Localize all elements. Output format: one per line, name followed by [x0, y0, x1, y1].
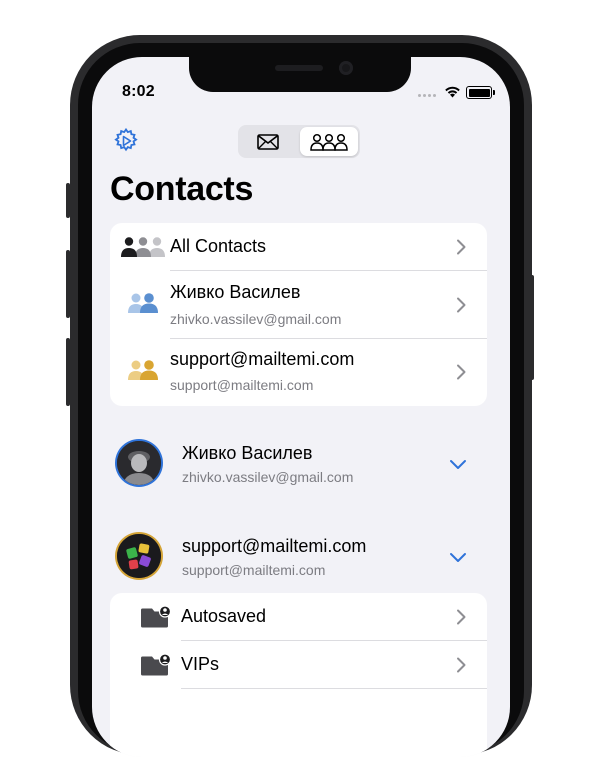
account-email: support@mailtemi.com: [182, 562, 326, 578]
contact-person-icon: [128, 293, 158, 313]
chevron-right-icon: [457, 657, 466, 673]
folder-row-vips[interactable]: VIPs: [110, 641, 487, 689]
folder-list: Autosaved VIPs: [110, 593, 487, 757]
app-screen: 8:02 Contacts All Contacts Живко Василев…: [92, 57, 510, 757]
chevron-down-icon[interactable]: [449, 552, 467, 564]
chevron-right-icon: [457, 297, 466, 313]
status-time: 8:02: [122, 83, 155, 100]
avatar-person-photo: [117, 441, 161, 485]
avatar-app-logo: [117, 534, 161, 578]
chevron-right-icon: [457, 364, 466, 380]
contact-name: support@mailtemi.com: [170, 349, 355, 369]
people-group-icon: [310, 133, 348, 151]
signal-dots-icon: [418, 94, 440, 98]
side-button: [66, 183, 70, 218]
contact-person-icon: [128, 360, 158, 380]
chevron-right-icon: [457, 609, 466, 625]
battery-icon: [466, 86, 495, 99]
account-header[interactable]: support@mailtemi.com support@mailtemi.co…: [92, 525, 510, 585]
all-contacts-row[interactable]: All Contacts: [110, 223, 487, 271]
account-name: Живко Василев: [182, 443, 313, 463]
speaker: [275, 65, 323, 71]
contact-row[interactable]: Живко Василев zhivko.vassilev@gmail.com: [110, 271, 487, 339]
contact-email: support@mailtemi.com: [170, 377, 314, 393]
account-header[interactable]: Живко Василев zhivko.vassilev@gmail.com: [92, 432, 510, 492]
settings-gear-icon[interactable]: [112, 127, 140, 155]
volume-down-button: [66, 338, 70, 406]
contact-name: Живко Василев: [170, 282, 301, 302]
account-avatar: [117, 441, 161, 485]
chevron-right-icon: [457, 239, 466, 255]
folder-person-icon: [141, 653, 172, 676]
folder-label: VIPs: [181, 654, 220, 674]
segment-mail[interactable]: [240, 127, 296, 156]
all-contacts-label: All Contacts: [170, 236, 267, 256]
envelope-icon: [257, 133, 279, 150]
account-email: zhivko.vassilev@gmail.com: [182, 469, 354, 485]
contact-email: zhivko.vassilev@gmail.com: [170, 311, 342, 327]
wifi-icon: [445, 86, 460, 98]
camera: [339, 61, 353, 75]
folder-label: Autosaved: [181, 606, 267, 626]
contacts-list: All Contacts Живко Василев zhivko.vassil…: [110, 223, 487, 406]
contact-row[interactable]: support@mailtemi.com support@mailtemi.co…: [110, 339, 487, 406]
power-button: [530, 275, 534, 380]
segment-contacts[interactable]: [300, 127, 358, 156]
all-contacts-people-icon: [121, 237, 165, 257]
folder-row-autosaved[interactable]: Autosaved: [110, 593, 487, 641]
chevron-down-icon[interactable]: [449, 459, 467, 471]
view-segmented-control: [238, 125, 360, 158]
account-name: support@mailtemi.com: [182, 536, 367, 556]
folder-person-icon: [141, 605, 172, 628]
page-title: Contacts: [110, 170, 254, 208]
notch: [189, 57, 411, 92]
account-avatar: [117, 534, 161, 578]
volume-up-button: [66, 250, 70, 318]
